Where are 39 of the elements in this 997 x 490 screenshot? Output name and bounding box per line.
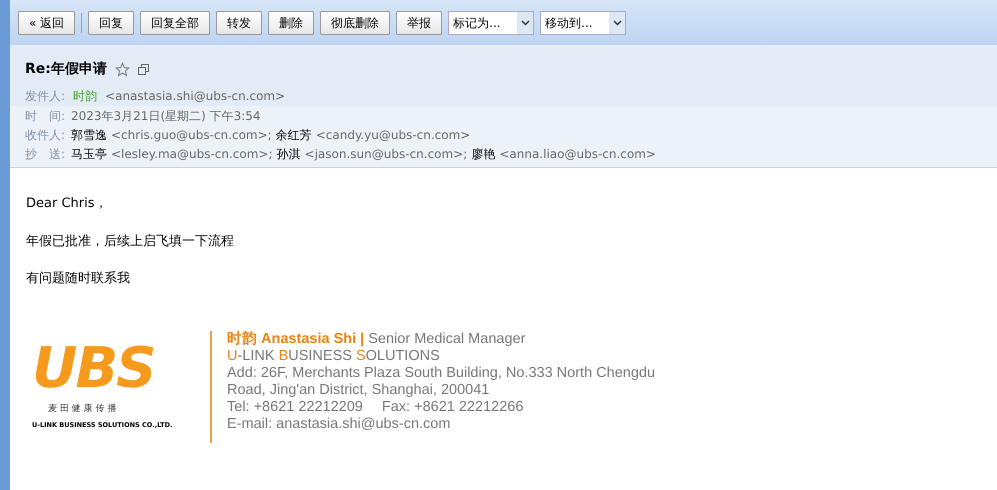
- body-text: 年假已批准，后续上启飞填一下流程: [26, 232, 235, 250]
- toolbar-button[interactable]: 转发: [216, 10, 262, 34]
- toolbar-button[interactable]: 举报: [396, 10, 442, 34]
- toolbar-button[interactable]: 删除: [268, 10, 314, 34]
- back-button[interactable]: « 返回: [18, 10, 76, 34]
- recipient-name[interactable]: 马玉亭: [71, 144, 107, 162]
- dropdown[interactable]: 移动到...: [540, 10, 626, 34]
- toolbar-button[interactable]: 回复: [88, 10, 134, 34]
- field-label: 抄 送:: [25, 146, 66, 162]
- company-name: U-LINK BUSINESS SOLUTIONS: [227, 348, 441, 364]
- chevron-icon: [520, 20, 530, 26]
- mail-subject: Re:年假申请: [25, 60, 107, 79]
- signature-name: 时韵 Anastasia Shi | Senior Medical Manager: [227, 330, 526, 348]
- chevron-icon: [612, 20, 622, 26]
- body-text: 有问题随时联系我: [26, 270, 131, 288]
- recipient-name[interactable]: 孙淇: [276, 144, 301, 162]
- body-text: Dear Chris，: [26, 195, 108, 213]
- signature-line: Road, Jing'an District, Shanghai, 200041: [227, 382, 490, 398]
- signature-line: Add: 26F, Merchants Plaza South Building, No.333 North Chengdu: [227, 364, 656, 382]
- signature-line: E-mail: anastasia.shi@ubs-cn.com: [227, 416, 452, 432]
- toolbar-button[interactable]: 彻底删除: [320, 10, 390, 34]
- recipient-name[interactable]: 郭雪逸: [71, 126, 107, 144]
- sent-time: 2023年3月21日(星期二) 下午3:54: [71, 108, 261, 124]
- signature-line: Tel: +8621 22212209 Fax: +8621 22212266: [227, 398, 524, 416]
- recipient-address: <lesley.ma@ubs-cn.com>;: [111, 146, 273, 162]
- recipient-name[interactable]: 余红芳: [276, 126, 312, 144]
- recipient-name[interactable]: 廖艳: [471, 144, 496, 162]
- field-label: 发件人:: [25, 88, 66, 105]
- sender-address: <anastasia.shi@ubs-cn.com>: [105, 88, 286, 105]
- recipient-address: <candy.yu@ubs-cn.com>: [316, 126, 470, 144]
- toolbar-button[interactable]: 回复全部: [140, 10, 210, 34]
- popout-icon[interactable]: [138, 64, 149, 75]
- dropdown[interactable]: 标记为...: [448, 10, 534, 34]
- field-label: 收件人:: [25, 126, 66, 144]
- star-icon[interactable]: [114, 62, 130, 77]
- recipient-address: <chris.guo@ubs-cn.com>;: [111, 126, 272, 144]
- field-label: 时 间:: [25, 108, 66, 124]
- recipient-address: <anna.liao@ubs-cn.com>: [499, 146, 656, 162]
- recipient-address: <jason.sun@ubs-cn.com>;: [304, 146, 468, 162]
